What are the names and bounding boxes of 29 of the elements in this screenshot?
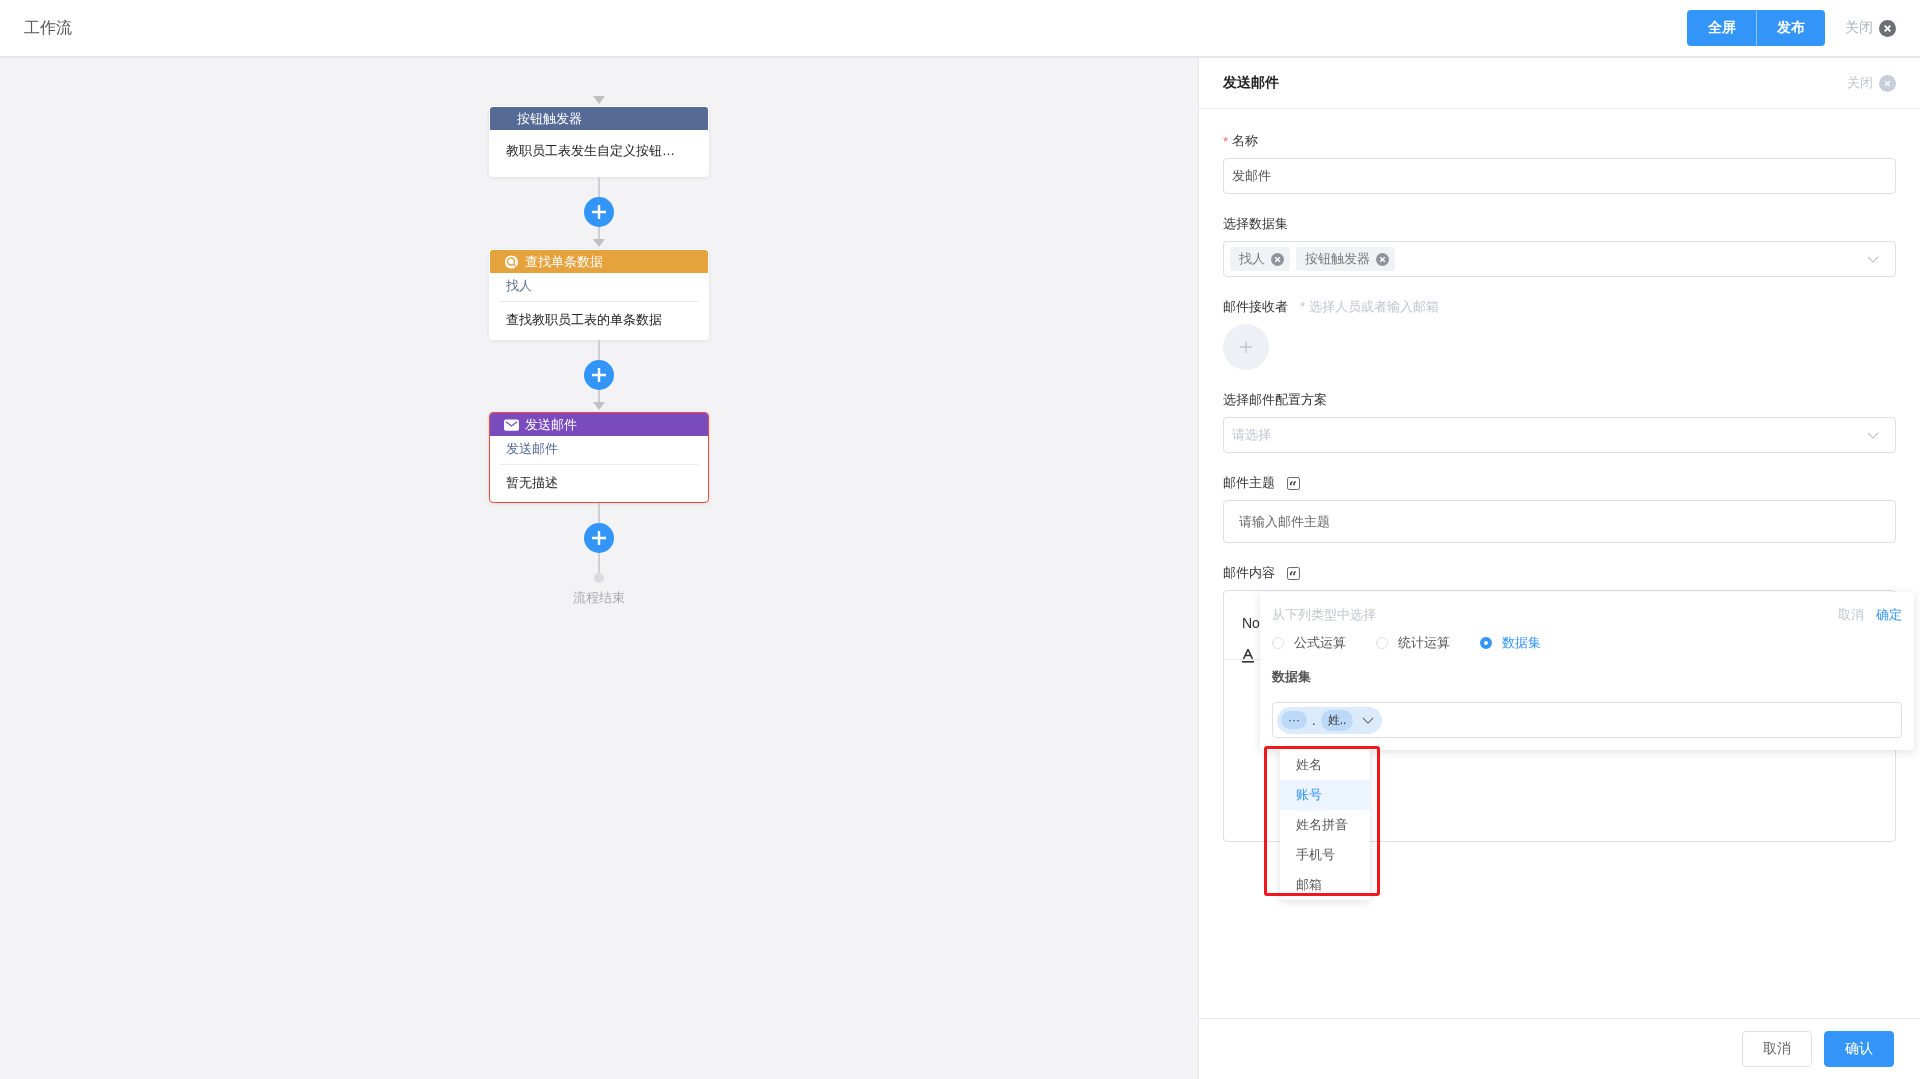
- editor-text: No: [1242, 615, 1260, 631]
- field-label: 选择邮件配置方案: [1223, 391, 1327, 409]
- popover-title: 从下列类型中选择: [1272, 606, 1376, 624]
- node-description: 查找教职员工表的单条数据: [505, 311, 663, 329]
- tag-label: 找人: [1239, 250, 1265, 268]
- tag-label: 按钮触发器: [1305, 250, 1370, 268]
- radio-label: 公式运算: [1294, 634, 1346, 652]
- field-hint: * 选择人员或者输入邮箱: [1300, 298, 1439, 316]
- field-label: 邮件主题: [1223, 474, 1275, 492]
- node-subtitle: 发送邮件: [500, 436, 698, 465]
- field-label: 邮件接收者: [1223, 298, 1288, 316]
- node-title: 发送邮件: [525, 415, 577, 434]
- field-label: 名称: [1232, 132, 1259, 150]
- select-placeholder: 请选择: [1231, 426, 1271, 444]
- node-title: 查找单条数据: [525, 252, 603, 271]
- required-mark: *: [1223, 133, 1229, 149]
- node-title: 按钮触发器: [517, 109, 582, 128]
- flow-end-label: 流程结束: [573, 589, 625, 607]
- page-title: 工作流: [24, 17, 72, 38]
- path-separator: .: [1312, 712, 1316, 728]
- radio-label: 统计运算: [1398, 634, 1450, 652]
- node-subtitle: 找人: [500, 273, 698, 302]
- field-label: 选择数据集: [1223, 215, 1288, 233]
- radio-label: 数据集: [1502, 634, 1541, 652]
- node-description: 教职员工表发生自定义按钮…: [505, 142, 676, 160]
- panel-title: 发送邮件: [1223, 74, 1279, 92]
- field-label: 邮件内容: [1223, 564, 1275, 582]
- section-label: 数据集: [1272, 668, 1312, 686]
- node-description: 暂无描述: [505, 474, 559, 492]
